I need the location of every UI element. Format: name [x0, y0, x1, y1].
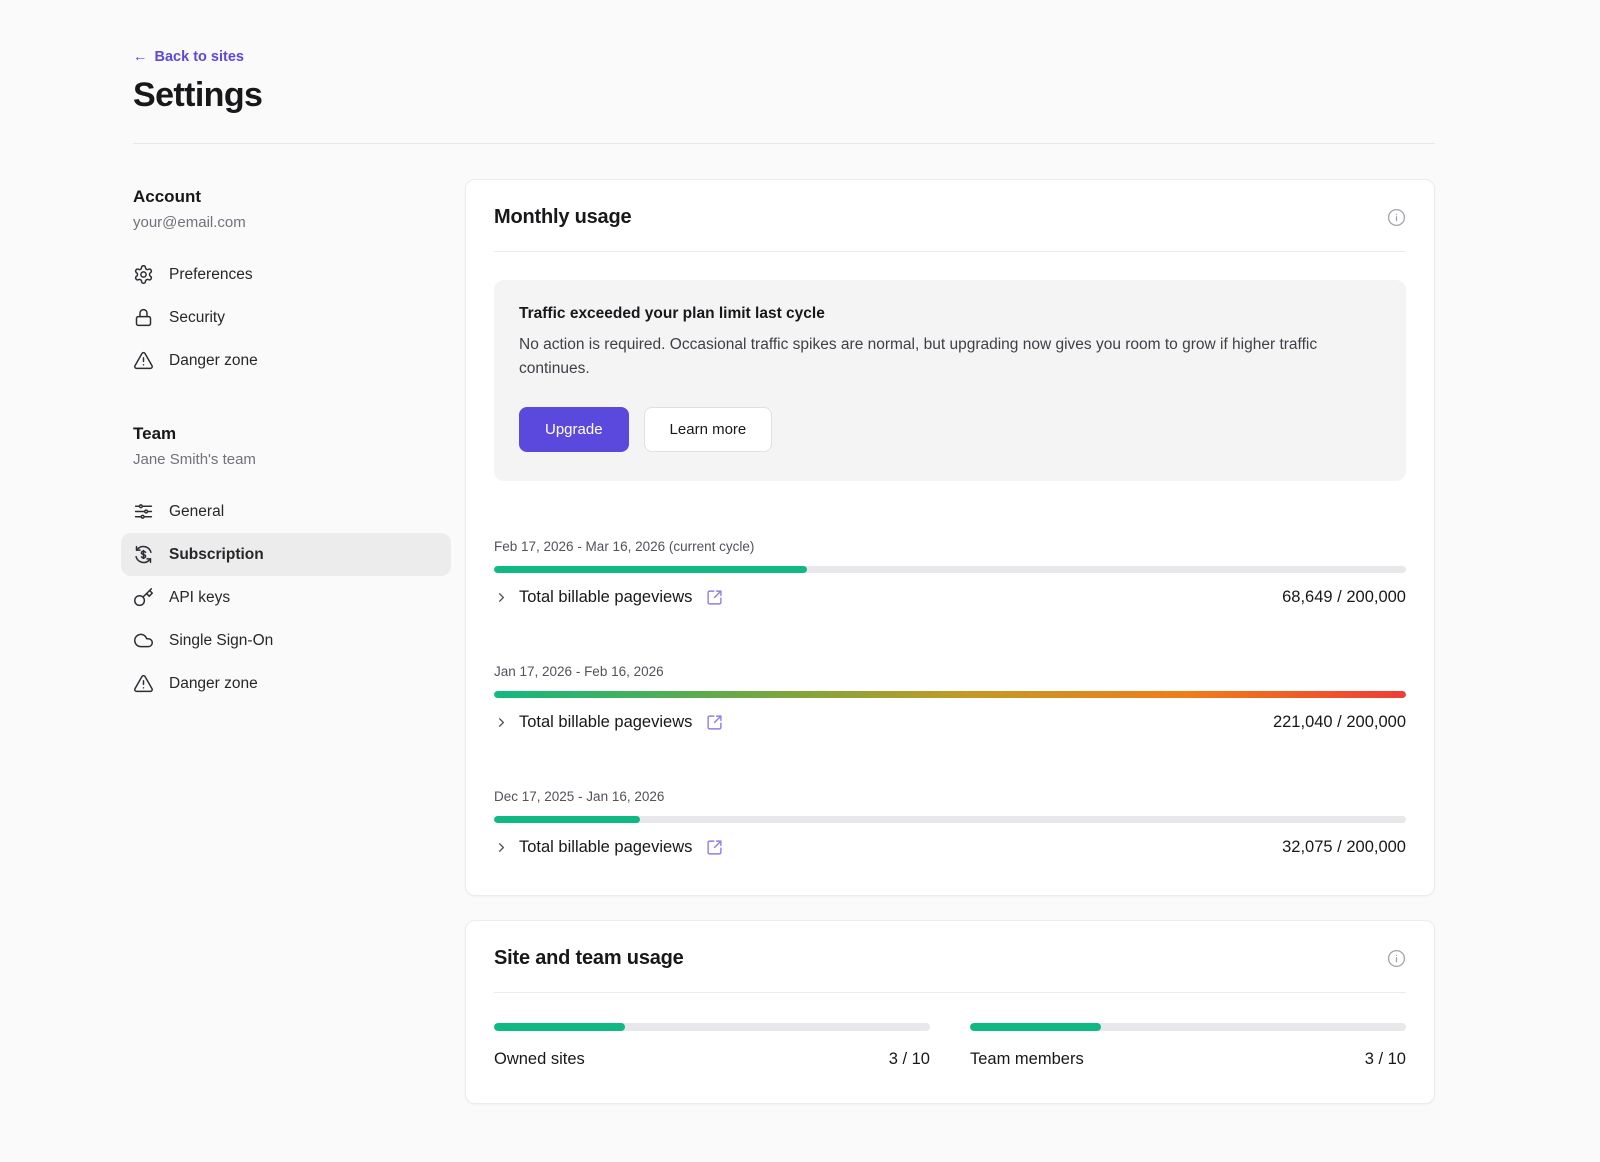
sidebar-item-label: General — [169, 503, 224, 521]
owned-sites-meter: Owned sites 3 / 10 — [494, 1023, 930, 1069]
site-team-usage-title: Site and team usage — [494, 947, 684, 970]
pageviews-label: Total billable pageviews — [519, 588, 692, 607]
sidebar-item-team-danger-zone[interactable]: Danger zone — [121, 662, 451, 705]
sliders-icon — [133, 501, 154, 522]
sidebar-item-label: API keys — [169, 589, 230, 607]
external-link-icon[interactable] — [706, 839, 723, 856]
back-to-sites-link[interactable]: ← Back to sites — [133, 49, 244, 65]
sidebar-item-label: Preferences — [169, 266, 253, 284]
sidebar-item-label: Security — [169, 309, 225, 327]
usage-progress-track — [494, 566, 1406, 573]
sidebar-item-subscription[interactable]: Subscription — [121, 533, 451, 576]
meter-track — [970, 1023, 1406, 1031]
usage-progress-fill — [494, 816, 640, 823]
traffic-alert: Traffic exceeded your plan limit last cy… — [494, 280, 1406, 481]
pageviews-expander[interactable]: Total billable pageviews — [494, 838, 723, 857]
team-section: Team Jane Smith's team General Subscript… — [133, 424, 439, 705]
sidebar-item-preferences[interactable]: Preferences — [121, 253, 451, 296]
settings-sidebar: Account your@email.com Preferences Secur… — [133, 179, 439, 705]
monthly-usage-title: Monthly usage — [494, 206, 631, 229]
dollar-refresh-icon — [133, 544, 154, 565]
sidebar-item-single-sign-on[interactable]: Single Sign-On — [121, 619, 451, 662]
alert-title: Traffic exceeded your plan limit last cy… — [519, 305, 1381, 323]
sidebar-item-account-danger-zone[interactable]: Danger zone — [121, 339, 451, 382]
usage-progress-track — [494, 816, 1406, 823]
sidebar-item-label: Single Sign-On — [169, 632, 273, 650]
pageviews-expander[interactable]: Total billable pageviews — [494, 588, 723, 607]
warning-triangle-icon — [133, 350, 154, 371]
usage-cycle-older: Dec 17, 2025 - Jan 16, 2026 Total billab… — [494, 789, 1406, 857]
key-icon — [133, 587, 154, 608]
sidebar-item-label: Danger zone — [169, 352, 258, 370]
pageviews-label: Total billable pageviews — [519, 713, 692, 732]
back-arrow-icon: ← — [133, 49, 148, 65]
chevron-right-icon — [494, 840, 509, 855]
external-link-icon[interactable] — [706, 714, 723, 731]
meter-value: 3 / 10 — [889, 1050, 930, 1069]
pageviews-expander[interactable]: Total billable pageviews — [494, 713, 723, 732]
meter-fill — [970, 1023, 1101, 1031]
pageviews-value: 221,040 / 200,000 — [1273, 713, 1406, 732]
account-email: your@email.com — [133, 214, 439, 231]
external-link-icon[interactable] — [706, 589, 723, 606]
meter-label: Owned sites — [494, 1050, 585, 1069]
upgrade-button[interactable]: Upgrade — [519, 407, 629, 452]
cycle-period: Jan 17, 2026 - Feb 16, 2026 — [494, 664, 1406, 679]
usage-cycle-current: Feb 17, 2026 - Mar 16, 2026 (current cyc… — [494, 539, 1406, 607]
team-heading: Team — [133, 424, 439, 444]
chevron-right-icon — [494, 715, 509, 730]
info-icon[interactable] — [1387, 208, 1406, 227]
sidebar-item-general[interactable]: General — [121, 490, 451, 533]
monthly-usage-card: Monthly usage Traffic exceeded your plan… — [465, 179, 1435, 896]
gear-icon — [133, 264, 154, 285]
meter-value: 3 / 10 — [1365, 1050, 1406, 1069]
pageviews-label: Total billable pageviews — [519, 838, 692, 857]
team-members-meter: Team members 3 / 10 — [970, 1023, 1406, 1069]
pageviews-value: 32,075 / 200,000 — [1282, 838, 1406, 857]
site-team-usage-card: Site and team usage Owned sites 3 / 10 — [465, 920, 1435, 1104]
usage-cycle-previous: Jan 17, 2026 - Feb 16, 2026 Total billab… — [494, 664, 1406, 732]
usage-progress-fill — [494, 566, 807, 573]
sidebar-item-security[interactable]: Security — [121, 296, 451, 339]
meter-fill — [494, 1023, 625, 1031]
pageviews-value: 68,649 / 200,000 — [1282, 588, 1406, 607]
card-divider — [494, 992, 1406, 993]
sidebar-item-label: Subscription — [169, 546, 264, 564]
cloud-icon — [133, 630, 154, 651]
learn-more-button[interactable]: Learn more — [644, 407, 773, 452]
info-icon[interactable] — [1387, 949, 1406, 968]
usage-progress-fill — [494, 691, 1406, 698]
account-heading: Account — [133, 187, 439, 207]
header-divider — [133, 143, 1435, 144]
alert-body: No action is required. Occasional traffi… — [519, 333, 1381, 381]
back-link-label: Back to sites — [155, 49, 244, 65]
meter-label: Team members — [970, 1050, 1084, 1069]
settings-page: ← Back to sites Settings Account your@em… — [0, 0, 1600, 1156]
meter-track — [494, 1023, 930, 1031]
cycle-period: Feb 17, 2026 - Mar 16, 2026 (current cyc… — [494, 539, 1406, 554]
sidebar-item-label: Danger zone — [169, 675, 258, 693]
card-divider — [494, 251, 1406, 252]
account-section: Account your@email.com Preferences Secur… — [133, 187, 439, 382]
usage-progress-track — [494, 691, 1406, 698]
chevron-right-icon — [494, 590, 509, 605]
page-title: Settings — [133, 76, 1435, 115]
warning-triangle-icon — [133, 673, 154, 694]
sidebar-item-api-keys[interactable]: API keys — [121, 576, 451, 619]
cycle-period: Dec 17, 2025 - Jan 16, 2026 — [494, 789, 1406, 804]
lock-icon — [133, 307, 154, 328]
team-name: Jane Smith's team — [133, 451, 439, 468]
